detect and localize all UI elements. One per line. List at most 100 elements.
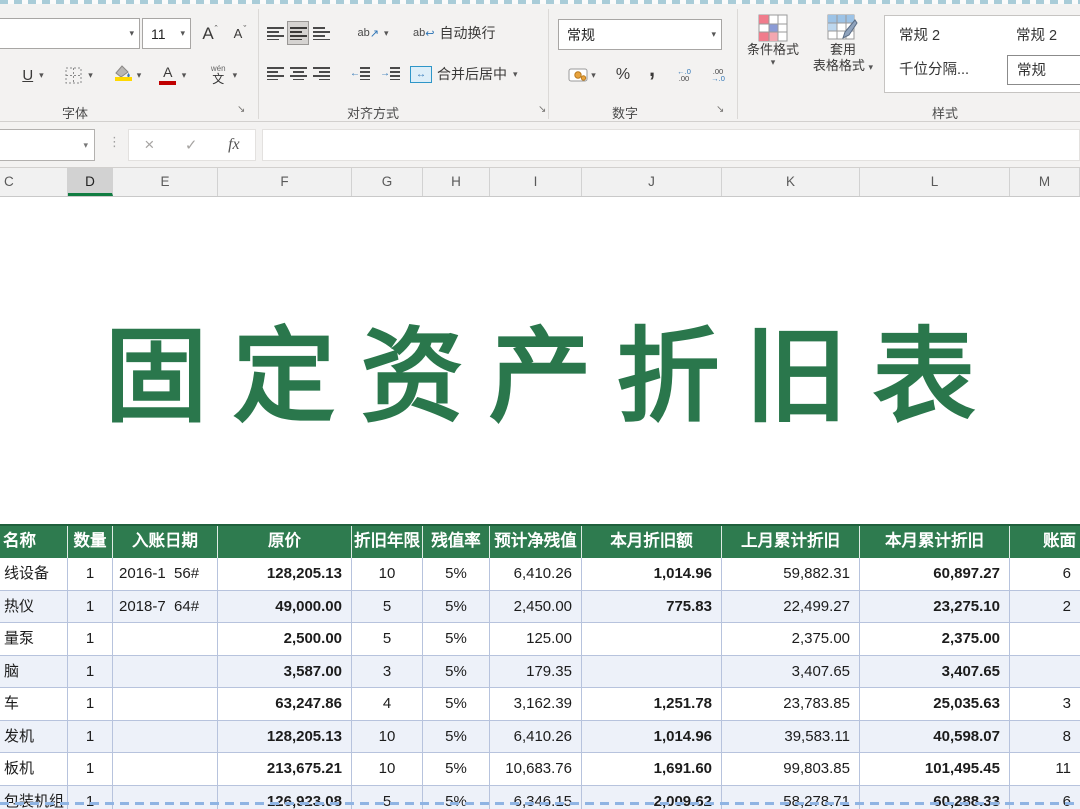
align-left-button[interactable] [264, 61, 286, 85]
enter-icon[interactable]: ✓ [185, 136, 198, 154]
table-cell[interactable]: 39,583.11 [722, 721, 860, 754]
table-cell[interactable]: 板机 [0, 753, 68, 786]
table-cell[interactable]: 2,375.00 [860, 623, 1010, 656]
borders-button[interactable]: ▾ [57, 60, 101, 90]
table-cell[interactable]: 5 [352, 591, 423, 624]
fill-color-button[interactable]: ▾ [104, 60, 148, 90]
decrease-decimal-button[interactable]: .00→.0 [703, 60, 733, 90]
table-cell[interactable]: 1 [68, 623, 113, 656]
table-cell[interactable]: 213,675.21 [218, 753, 352, 786]
table-cell[interactable]: 3 [352, 656, 423, 689]
column-header-I[interactable]: I [490, 168, 582, 196]
table-cell[interactable] [113, 721, 218, 754]
table-cell[interactable]: 1 [68, 591, 113, 624]
table-cell[interactable]: 179.35 [490, 656, 582, 689]
table-cell[interactable]: 2,375.00 [722, 623, 860, 656]
table-cell[interactable]: 5% [423, 721, 490, 754]
table-cell[interactable]: 22,499.27 [722, 591, 860, 624]
phonetic-guide-button[interactable]: wén 文 ▾ [199, 58, 249, 92]
table-cell[interactable]: 6 [1010, 558, 1080, 591]
table-cell[interactable]: 6,346.15 [490, 786, 582, 809]
table-cell[interactable]: 5 [352, 786, 423, 809]
decrease-font-size-button[interactable]: A ˇ [226, 18, 254, 49]
table-header-cell[interactable]: 入账日期 [113, 526, 218, 558]
font-color-button[interactable]: A ▾ [151, 60, 193, 90]
table-cell[interactable] [113, 688, 218, 721]
table-cell[interactable]: 2,500.00 [218, 623, 352, 656]
table-cell[interactable]: 2,009.62 [582, 786, 722, 809]
table-cell[interactable]: 2018-7 64# [113, 591, 218, 624]
table-cell[interactable]: 6,410.26 [490, 721, 582, 754]
number-format-combo[interactable]: 常规 ▾ [558, 19, 722, 50]
insert-function-icon[interactable]: fx [228, 136, 240, 154]
worksheet[interactable]: 固定资产折旧表 名称数量入账日期原价折旧年限残值率预计净残值本月折旧额上月累计折… [0, 197, 1080, 809]
column-header-L[interactable]: L [860, 168, 1010, 196]
decrease-indent-button[interactable]: ← [347, 61, 373, 85]
table-header-cell[interactable]: 数量 [68, 526, 113, 558]
alignment-dialog-launcher-icon[interactable]: ↘ [538, 104, 546, 115]
conditional-formatting-button[interactable]: 条件格式 ▾ [742, 14, 804, 67]
table-cell[interactable]: 3,407.65 [860, 656, 1010, 689]
align-bottom-button[interactable] [310, 21, 332, 45]
table-cell[interactable] [113, 656, 218, 689]
table-header-cell[interactable]: 残值率 [423, 526, 490, 558]
table-cell[interactable]: 1,691.60 [582, 753, 722, 786]
style-item[interactable]: 常规 2 [890, 21, 1002, 51]
increase-indent-button[interactable]: → [377, 61, 403, 85]
table-header-cell[interactable]: 原价 [218, 526, 352, 558]
table-cell[interactable]: 775.83 [582, 591, 722, 624]
column-header-G[interactable]: G [352, 168, 423, 196]
table-cell[interactable]: 3,407.65 [722, 656, 860, 689]
table-cell[interactable]: 10,683.76 [490, 753, 582, 786]
table-cell[interactable]: 2,450.00 [490, 591, 582, 624]
table-cell[interactable]: 线设备 [0, 558, 68, 591]
underline-button[interactable]: U ▾ [14, 60, 52, 90]
style-item-selected[interactable]: 常规 [1007, 55, 1080, 85]
formula-input[interactable] [262, 129, 1080, 161]
table-cell[interactable] [113, 753, 218, 786]
table-cell[interactable]: 1,251.78 [582, 688, 722, 721]
table-cell[interactable]: 60,288.33 [860, 786, 1010, 809]
table-cell[interactable]: 4 [352, 688, 423, 721]
table-cell[interactable]: 2 [1010, 591, 1080, 624]
table-cell[interactable]: 5% [423, 591, 490, 624]
table-cell[interactable]: 1 [68, 656, 113, 689]
align-center-button[interactable] [287, 61, 309, 85]
table-cell[interactable]: 脑 [0, 656, 68, 689]
column-header-K[interactable]: K [722, 168, 860, 196]
table-cell[interactable]: 5 [352, 623, 423, 656]
table-cell[interactable]: 3,162.39 [490, 688, 582, 721]
align-right-button[interactable] [310, 61, 332, 85]
style-item[interactable]: 常规 2 [1007, 21, 1080, 51]
table-cell[interactable]: 10 [352, 753, 423, 786]
orientation-button[interactable]: ab ↗ ▾ [349, 20, 397, 46]
table-header-cell[interactable]: 本月折旧额 [582, 526, 722, 558]
align-top-button[interactable] [264, 21, 286, 45]
table-cell[interactable]: 3 [1010, 688, 1080, 721]
percent-style-button[interactable]: % [610, 60, 636, 90]
table-header-cell[interactable]: 账面 [1010, 526, 1080, 558]
table-cell[interactable]: 5% [423, 558, 490, 591]
column-header-M[interactable]: M [1010, 168, 1080, 196]
increase-decimal-button[interactable]: ←.0.00 [669, 60, 699, 90]
table-cell[interactable]: 5% [423, 786, 490, 809]
table-cell[interactable]: 1 [68, 721, 113, 754]
table-header-cell[interactable]: 本月累计折旧 [860, 526, 1010, 558]
name-box[interactable]: ▾ [0, 129, 95, 161]
column-header-H[interactable]: H [423, 168, 490, 196]
wrap-text-button[interactable]: ab ↩ 自动换行 [413, 20, 495, 46]
table-cell[interactable]: 5% [423, 656, 490, 689]
table-cell[interactable]: 23,275.10 [860, 591, 1010, 624]
table-cell[interactable]: 1 [68, 786, 113, 809]
column-header-F[interactable]: F [218, 168, 352, 196]
table-cell[interactable]: 1,014.96 [582, 721, 722, 754]
table-cell[interactable]: 63,247.86 [218, 688, 352, 721]
table-cell[interactable]: 量泵 [0, 623, 68, 656]
merge-center-button[interactable]: ↔ 合并后居中 ▾ [410, 61, 518, 87]
table-cell[interactable]: 10 [352, 558, 423, 591]
column-header-E[interactable]: E [113, 168, 218, 196]
table-header-cell[interactable]: 折旧年限 [352, 526, 423, 558]
table-cell[interactable]: 11 [1010, 753, 1080, 786]
font-size-combo[interactable]: 11 ▾ [142, 18, 191, 49]
table-cell[interactable]: 125.00 [490, 623, 582, 656]
